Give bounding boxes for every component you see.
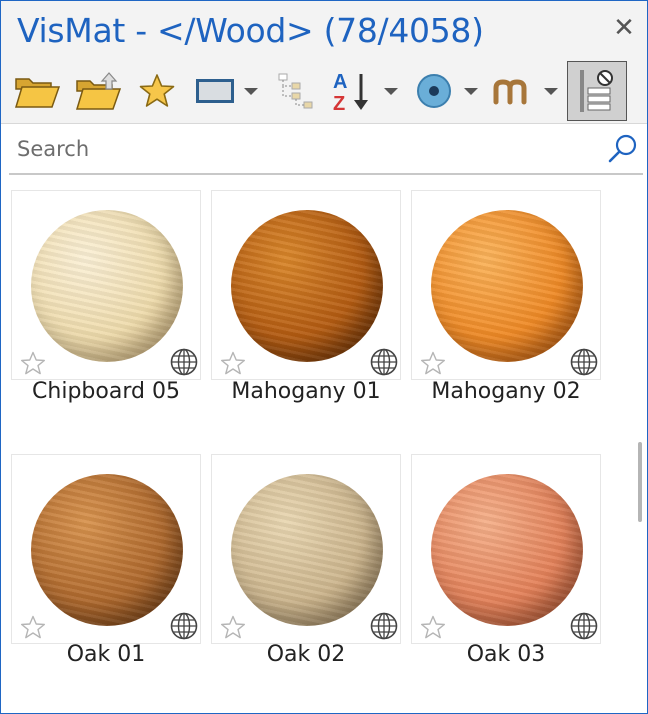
material-card[interactable]: Mahogany 01 (211, 190, 401, 420)
material-sphere-preview (31, 210, 183, 362)
globe-icon (170, 348, 198, 376)
search-bar (9, 125, 643, 175)
folder-upload-icon (75, 72, 122, 110)
chevron-down-icon (244, 88, 258, 95)
thumbnail-view-icon (196, 79, 234, 103)
globe-icon (370, 612, 398, 640)
material-name: Oak 01 (66, 642, 146, 667)
material-type-button[interactable] (489, 61, 541, 121)
open-folder-icon (14, 78, 60, 108)
material-card[interactable]: Mahogany 02 (411, 190, 601, 420)
sort-button[interactable]: A Z (329, 61, 375, 121)
render-mode-button[interactable] (411, 61, 457, 121)
sphere-preview-icon (417, 74, 451, 108)
material-thumbnail[interactable] (211, 454, 401, 644)
material-sphere-preview (431, 474, 583, 626)
favorites-button[interactable] (135, 61, 179, 121)
export-folder-button[interactable] (71, 61, 127, 121)
material-thumbnail[interactable] (411, 190, 601, 380)
chevron-down-icon (544, 88, 558, 95)
material-name: Oak 03 (466, 642, 546, 667)
material-type-dropdown[interactable] (541, 61, 561, 121)
material-name: Mahogany 01 (231, 379, 381, 404)
open-folder-button[interactable] (11, 61, 63, 121)
svg-text:A: A (333, 71, 347, 93)
view-mode-dropdown[interactable] (241, 61, 261, 121)
sort-az-icon: A Z (333, 71, 368, 114)
toolbar: A Z (1, 61, 647, 124)
star-icon (139, 74, 175, 107)
window-title: VisMat - </Wood> (78/4058) (17, 11, 484, 50)
close-icon[interactable]: ✕ (611, 15, 637, 41)
globe-icon (570, 612, 598, 640)
material-sphere-preview (431, 210, 583, 362)
star-icon[interactable] (420, 615, 446, 639)
material-sphere-preview (231, 474, 383, 626)
material-thumbnail[interactable] (11, 190, 201, 380)
material-card[interactable]: Oak 01 (11, 454, 201, 684)
star-icon[interactable] (220, 615, 246, 639)
svg-text:Z: Z (333, 93, 345, 114)
scrollbar-thumb[interactable] (638, 442, 642, 522)
material-card[interactable]: Oak 02 (211, 454, 401, 684)
title-bar: VisMat - </Wood> (78/4058) ✕ (1, 1, 647, 61)
material-grid: Chipboard 05 Mahogany 01 Mahogany 02 Oak… (1, 177, 631, 711)
material-sphere-preview (31, 474, 183, 626)
vertical-scrollbar[interactable] (635, 177, 645, 711)
search-icon[interactable] (607, 132, 639, 164)
material-sphere-preview (231, 210, 383, 362)
chevron-down-icon (464, 88, 478, 95)
material-name: Oak 02 (266, 642, 346, 667)
globe-icon (170, 612, 198, 640)
globe-icon (570, 348, 598, 376)
globe-icon (370, 348, 398, 376)
render-mode-dropdown[interactable] (461, 61, 481, 121)
star-icon[interactable] (420, 351, 446, 375)
star-icon[interactable] (20, 351, 46, 375)
tree-structure-icon (278, 73, 313, 109)
material-card[interactable]: Oak 03 (411, 454, 601, 684)
material-name: Mahogany 02 (431, 379, 581, 404)
search-input[interactable] (17, 133, 597, 165)
view-mode-button[interactable] (191, 61, 239, 121)
library-filter-icon (580, 70, 613, 112)
material-card[interactable]: Chipboard 05 (11, 190, 201, 420)
material-name: Chipboard 05 (32, 379, 180, 404)
vismat-window: VisMat - </Wood> (78/4058) ✕ A Z Search … (0, 0, 648, 714)
material-thumbnail[interactable] (211, 190, 401, 380)
sort-dropdown[interactable] (381, 61, 401, 121)
star-icon[interactable] (20, 615, 46, 639)
library-filter-button[interactable] (567, 61, 627, 121)
tree-view-button[interactable] (271, 61, 323, 121)
material-thumbnail[interactable] (411, 454, 601, 644)
star-icon[interactable] (220, 351, 246, 375)
material-thumbnail[interactable] (11, 454, 201, 644)
material-m-icon (493, 79, 527, 105)
chevron-down-icon (384, 88, 398, 95)
